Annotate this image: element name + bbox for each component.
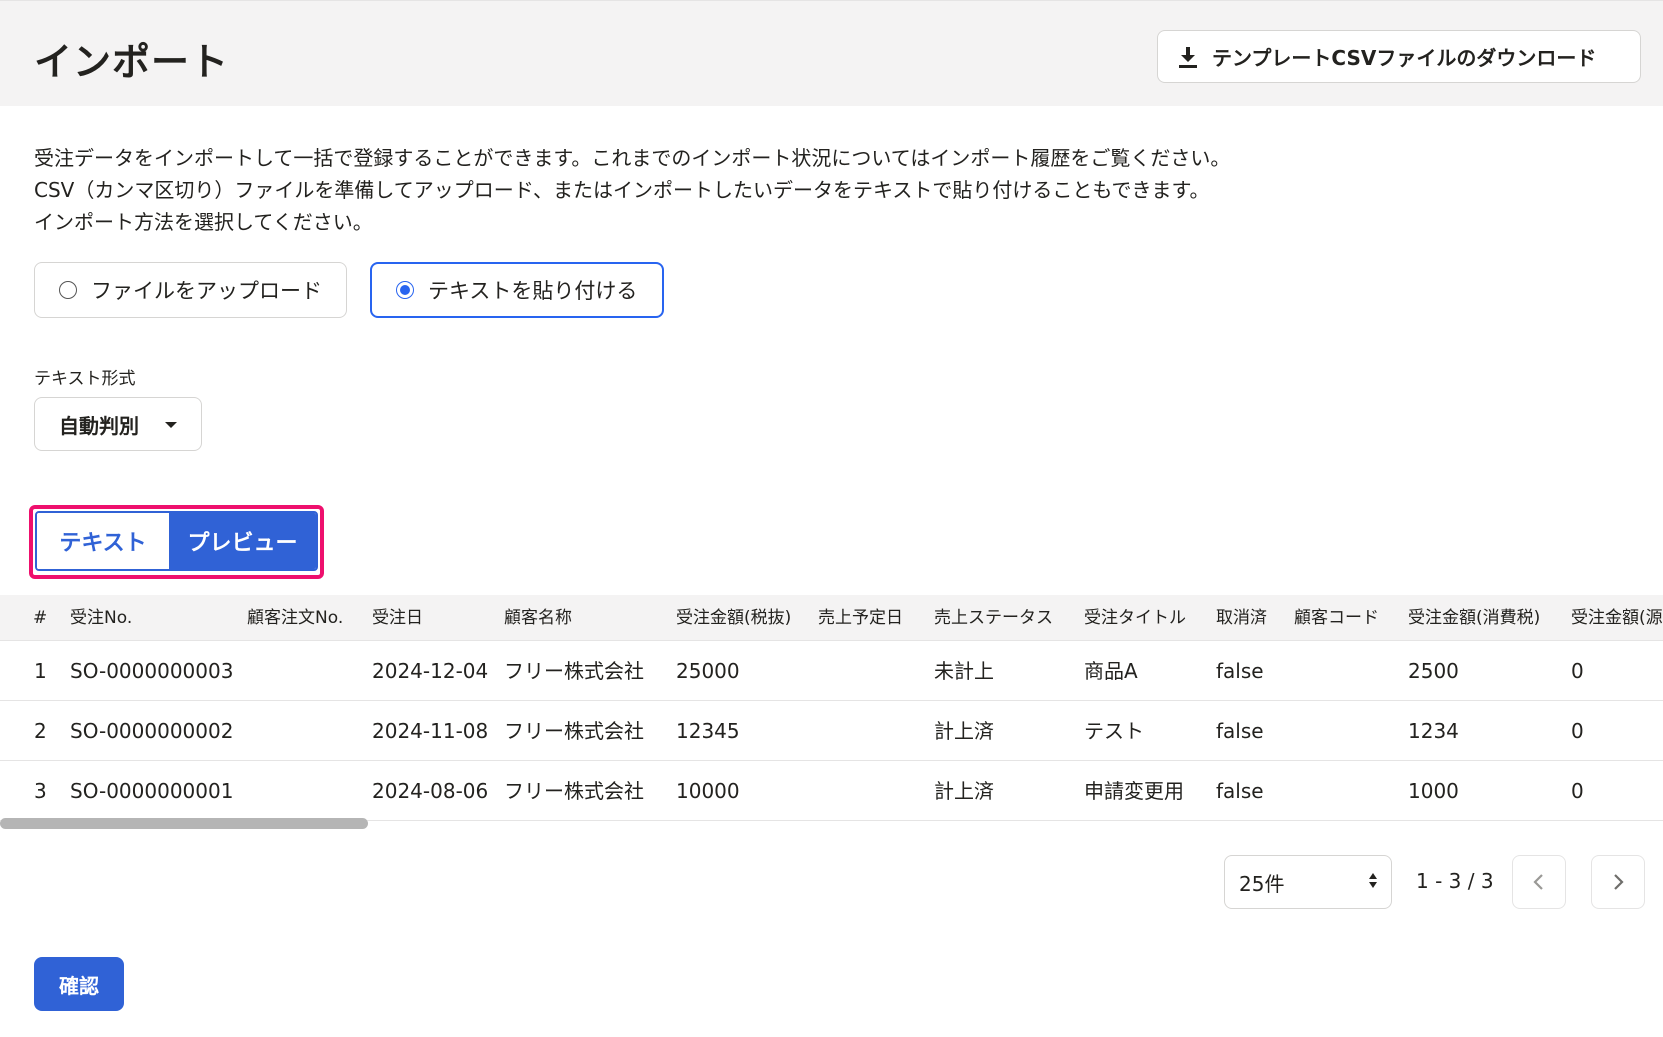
description-line: CSV（カンマ区切り）ファイルを準備してアップロード、またはインポートしたいデー… (34, 178, 1210, 202)
table-cell: 1 (34, 659, 47, 683)
table-cell: テスト (1084, 719, 1144, 743)
column-header: 受注金額(税抜) (676, 608, 792, 628)
view-toggle: テキスト プレビュー (35, 511, 318, 571)
horizontal-scrollbar[interactable] (0, 818, 368, 829)
radio-upload-file[interactable]: ファイルをアップロード (34, 262, 347, 318)
prev-page-button[interactable] (1512, 855, 1566, 909)
table-cell: 1000 (1408, 779, 1459, 803)
column-header: 顧客名称 (504, 608, 572, 628)
table-cell: 計上済 (934, 719, 994, 743)
table-cell: 2024-08-06 (372, 779, 489, 803)
description-line: インポート方法を選択してください。 (34, 210, 373, 234)
table-row: 1 SO-0000000003 2024-12-04 フリー株式会社 25000… (0, 641, 1663, 701)
table-cell: 12345 (676, 719, 740, 743)
table-cell: 0 (1571, 719, 1584, 743)
column-header: 受注日 (372, 608, 423, 628)
table-cell: 申請変更用 (1084, 779, 1184, 803)
column-header: 取消済 (1216, 608, 1267, 628)
pagination-range: 1 - 3 / 3 (1416, 869, 1494, 893)
chevron-left-icon (1533, 874, 1543, 890)
table-cell: false (1216, 779, 1264, 803)
radio-circle-icon (396, 281, 414, 299)
column-header: # (33, 608, 48, 628)
per-page-select[interactable]: 25件 (1224, 855, 1392, 909)
radio-paste-text[interactable]: テキストを貼り付ける (370, 262, 664, 318)
table-row: 2 SO-0000000002 2024-11-08 フリー株式会社 12345… (0, 701, 1663, 761)
caret-down-icon (165, 422, 177, 428)
table-cell: 2500 (1408, 659, 1459, 683)
tab-preview[interactable]: プレビュー (169, 513, 316, 569)
table-cell: 2024-12-04 (372, 659, 489, 683)
table-cell: false (1216, 719, 1264, 743)
text-format-label: テキスト形式 (34, 369, 136, 389)
table-cell: false (1216, 659, 1264, 683)
select-arrows-icon (1369, 873, 1379, 888)
table-cell: 0 (1571, 659, 1584, 683)
table-cell: 計上済 (934, 779, 994, 803)
table-cell: フリー株式会社 (504, 659, 644, 683)
column-header: 顧客注文No. (247, 608, 344, 628)
download-icon (1179, 46, 1197, 68)
table-cell: フリー株式会社 (504, 719, 644, 743)
import-description: 受注データをインポートして一括で登録することができます。これまでのインポート状況… (34, 142, 1230, 238)
table-header: # 受注No. 顧客注文No. 受注日 顧客名称 受注金額(税抜) 売上予定日 … (0, 595, 1663, 641)
radio-circle-icon (59, 281, 77, 299)
table-cell: 0 (1571, 779, 1584, 803)
table-cell: 商品A (1084, 659, 1138, 683)
radio-label: テキストを貼り付ける (428, 279, 638, 303)
table-cell: SO-0000000002 (70, 719, 234, 743)
radio-label: ファイルをアップロード (91, 279, 322, 303)
column-header: 受注No. (70, 608, 133, 628)
column-header: 受注タイトル (1084, 608, 1186, 628)
download-template-label: テンプレートCSVファイルのダウンロード (1212, 46, 1597, 70)
table-cell: 25000 (676, 659, 740, 683)
table-cell: 10000 (676, 779, 740, 803)
table-cell: フリー株式会社 (504, 779, 644, 803)
download-template-csv-button[interactable]: テンプレートCSVファイルのダウンロード (1157, 30, 1641, 83)
table-cell: 3 (34, 779, 47, 803)
per-page-value: 25件 (1239, 871, 1285, 896)
column-header: 受注金額(源 (1571, 608, 1663, 628)
chevron-right-icon (1614, 874, 1624, 890)
next-page-button[interactable] (1591, 855, 1645, 909)
table-cell: SO-0000000001 (70, 779, 234, 803)
text-format-value: 自動判別 (59, 413, 139, 438)
page-title: インポート (34, 40, 230, 84)
preview-table: # 受注No. 顧客注文No. 受注日 顧客名称 受注金額(税抜) 売上予定日 … (0, 595, 1663, 831)
text-format-select[interactable]: 自動判別 (34, 397, 202, 451)
page-header: インポート テンプレートCSVファイルのダウンロード (0, 0, 1663, 106)
column-header: 売上ステータス (934, 608, 1053, 628)
tab-text[interactable]: テキスト (37, 513, 169, 569)
column-header: 受注金額(消費税) (1408, 608, 1541, 628)
description-line: 受注データをインポートして一括で登録することができます。これまでのインポート状況… (34, 146, 1231, 170)
column-header: 顧客コード (1294, 608, 1379, 628)
table-cell: SO-0000000003 (70, 659, 234, 683)
table-cell: 2024-11-08 (372, 719, 489, 743)
confirm-button[interactable]: 確認 (34, 957, 124, 1011)
table-cell: 2 (34, 719, 47, 743)
table-row: 3 SO-0000000001 2024-08-06 フリー株式会社 10000… (0, 761, 1663, 821)
table-cell: 1234 (1408, 719, 1459, 743)
column-header: 売上予定日 (818, 608, 903, 628)
table-cell: 未計上 (934, 659, 994, 683)
